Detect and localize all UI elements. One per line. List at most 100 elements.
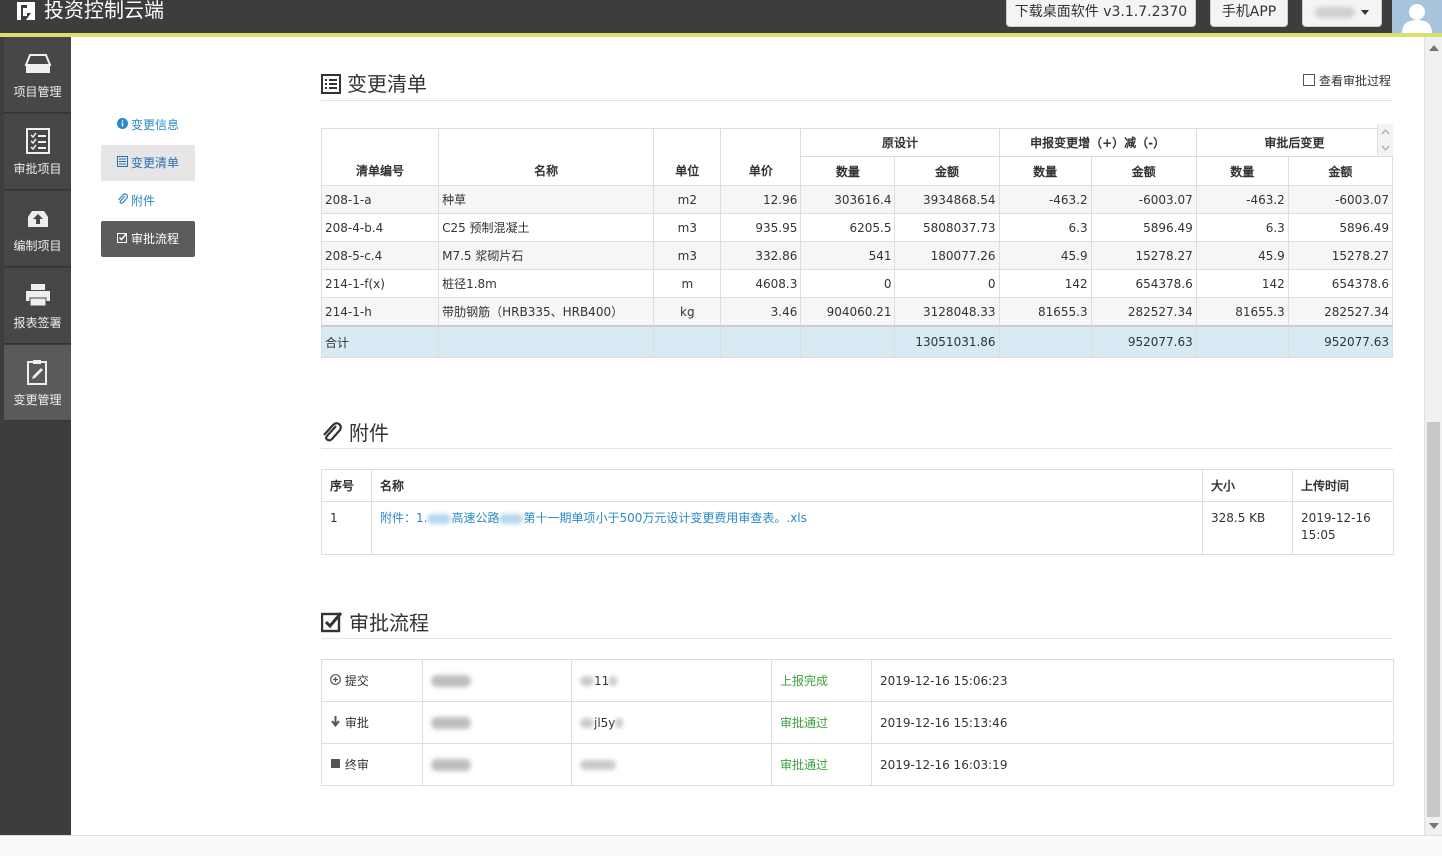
nav-change-list[interactable]: 变更清单: [101, 145, 195, 181]
page-scrollbar[interactable]: [1424, 37, 1442, 835]
col-header-size: 大小: [1202, 469, 1293, 502]
sidebar-item-reports[interactable]: 报表签署: [4, 268, 71, 344]
divider: [321, 100, 1393, 101]
cell-after-qty: 6.3: [1195, 213, 1289, 242]
table-row: 1 附件：1. 高速公路 第十一期单项小于500万元设计变更费用审查表。.xls 3…: [321, 501, 1394, 555]
divider: [321, 448, 1393, 449]
redacted-text: [580, 676, 594, 686]
chevron-down-icon: [1361, 9, 1369, 15]
col-header-time: 上传时间: [1292, 469, 1394, 502]
cell-after-qty: -463.2: [1195, 185, 1289, 214]
scroll-down-icon[interactable]: [1429, 823, 1439, 829]
empty-cell: [720, 325, 802, 358]
status-strip: [0, 835, 1442, 856]
empty-cell: [998, 325, 1092, 358]
cell-change-qty: 6.3: [998, 213, 1092, 242]
flow-section-title: 审批流程: [320, 608, 429, 638]
cell-name: 带肋钢筋（HRB335、HRB400）: [438, 297, 655, 327]
person-name-redacted: [431, 717, 471, 729]
table-row[interactable]: 208-5-c.4 M7.5 浆砌片石 m3 332.86 541 180077…: [320, 241, 1394, 270]
col-header-unit: 单位: [653, 128, 722, 186]
cell-name: C25 预制混凝土: [438, 213, 655, 242]
chevron-up-icon: [1381, 129, 1390, 151]
clipboard-edit-icon: [27, 360, 47, 385]
user-menu-button[interactable]: [1302, 0, 1382, 27]
scroll-up-icon[interactable]: [1429, 45, 1439, 51]
table-row[interactable]: 208-4-b.4 C25 预制混凝土 m3 935.95 6205.5 580…: [320, 213, 1394, 242]
cell-time: 2019-12-16 15:13:46: [871, 701, 1394, 744]
cell-price: 332.86: [720, 241, 802, 270]
table-row: 提交 11 上报完成 2019-12-16 15:06:23: [321, 659, 1394, 702]
table-row[interactable]: 214-1-h 带肋钢筋（HRB335、HRB400） kg 3.46 9040…: [320, 297, 1394, 327]
table-scrollbar[interactable]: [1377, 124, 1393, 156]
sidebar-item-label: 编制项目: [13, 239, 62, 253]
cell-after-qty: 81655.3: [1195, 297, 1289, 327]
top-accent-stripe: [0, 33, 1442, 37]
arrow-down-icon: [331, 716, 340, 728]
redacted-text: [580, 718, 594, 728]
nav-label: 附件: [131, 194, 156, 208]
redacted-text: [580, 760, 616, 770]
nav-attachments[interactable]: 附件: [101, 183, 195, 219]
user-name-redacted: [1315, 6, 1355, 18]
section-title-text: 附件: [349, 421, 389, 445]
table-row[interactable]: 208-1-a 种草 m2 12.96 303616.4 3934868.54 …: [320, 185, 1394, 214]
checklist-icon: [26, 128, 50, 154]
status-badge: 审批通过: [771, 743, 872, 786]
cell-orig-amount: 180077.26: [894, 241, 1000, 270]
sidebar-item-change-management[interactable]: 变更管理: [4, 345, 71, 421]
col-header-name: 名称: [371, 469, 1203, 502]
cell-orig-qty: 541: [800, 241, 896, 270]
sidebar-item-projects[interactable]: 项目管理: [4, 37, 71, 113]
cell-name: M7.5 浆砌片石: [438, 241, 655, 270]
cell-action: 审批: [321, 701, 423, 744]
cell-orig-qty: 6205.5: [800, 213, 896, 242]
scrollbar-thumb[interactable]: [1427, 422, 1440, 817]
col-header-code: 清单编号: [320, 128, 440, 186]
cell-orig-amount: 0: [894, 269, 1000, 298]
table-row[interactable]: 214-1-f(x) 桩径1.8m m 4608.3 0 0 142 65437…: [320, 269, 1394, 298]
list-icon: [321, 74, 341, 94]
cell-after-amount: 282527.34: [1287, 297, 1394, 327]
action-label: 终审: [344, 758, 369, 772]
col-header-price: 单价: [720, 128, 802, 186]
redacted-text: [427, 513, 452, 524]
col-group-original: 原设计: [800, 128, 1000, 157]
cell-after-qty: 142: [1195, 269, 1289, 298]
checkbox[interactable]: [1303, 74, 1315, 86]
redacted-text: [615, 718, 624, 728]
info-circle-icon: [116, 107, 128, 143]
cell-upload-time: 2019-12-16 15:05: [1292, 501, 1394, 555]
mobile-app-button[interactable]: 手机APP: [1210, 0, 1288, 27]
cell-code: 208-4-b.4: [320, 213, 440, 242]
sidebar-item-approval[interactable]: 审批项目: [4, 114, 71, 190]
person-name-redacted: [431, 759, 471, 771]
top-bar: 投资控制云端 下载桌面软件 v3.1.7.2370 手机APP: [0, 0, 1442, 33]
checkbox-label: 查看审批过程: [1319, 74, 1392, 88]
col-group-after: 审批后变更: [1195, 128, 1394, 157]
action-label: 提交: [344, 674, 369, 688]
status-badge: 审批通过: [771, 701, 872, 744]
cell-price: 935.95: [720, 213, 802, 242]
empty-cell: [800, 325, 896, 358]
nav-approval-flow[interactable]: 审批流程: [101, 221, 195, 257]
nav-label: 变更信息: [131, 118, 180, 132]
list-icon: [116, 145, 128, 181]
nav-change-info[interactable]: 变更信息: [101, 107, 195, 143]
attachment-link[interactable]: 附件：1. 高速公路 第十一期单项小于500万元设计变更费用审查表。.xls: [371, 501, 1203, 555]
cell-unit: m: [653, 269, 722, 298]
empty-cell: [438, 325, 655, 358]
cell-name: 桩径1.8m: [438, 269, 655, 298]
status-badge: 上报完成: [771, 659, 872, 702]
paperclip-icon: [116, 183, 128, 219]
total-change-amount: 952077.63: [1090, 325, 1197, 358]
avatar[interactable]: [1392, 0, 1442, 33]
cell-orig-amount: 3128048.33: [894, 297, 1000, 327]
redacted-text: [499, 513, 524, 524]
cell-orig-amount: 3934868.54: [894, 185, 1000, 214]
cell-person: [422, 743, 572, 786]
sidebar-item-compile[interactable]: 编制项目: [4, 191, 71, 267]
view-approval-process-checkbox[interactable]: 查看审批过程: [1303, 72, 1391, 89]
download-desktop-button[interactable]: 下载桌面软件 v3.1.7.2370: [1006, 0, 1196, 27]
cell-change-amount: -6003.07: [1090, 185, 1197, 214]
